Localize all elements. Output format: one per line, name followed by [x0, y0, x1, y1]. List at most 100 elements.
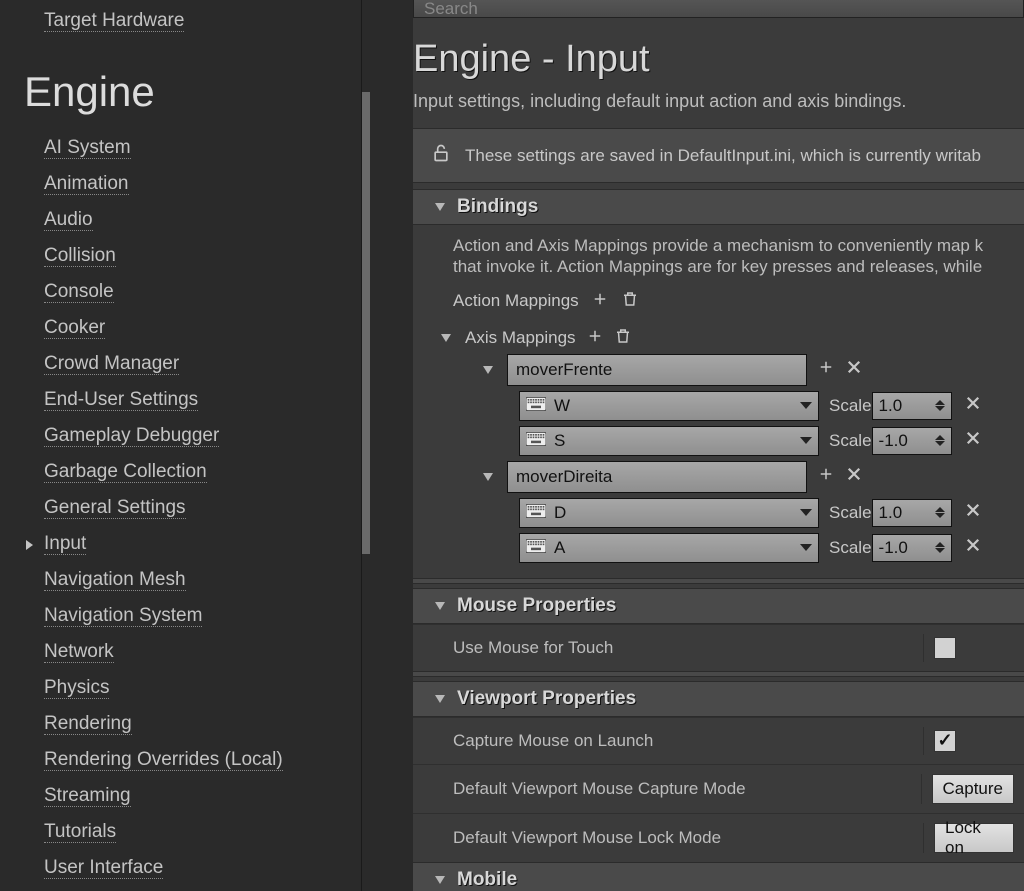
key-value: D	[554, 503, 566, 523]
prop-label: Capture Mouse on Launch	[453, 731, 923, 751]
sidebar-item-label: Console	[44, 281, 114, 303]
add-key-button[interactable]	[817, 358, 835, 381]
sidebar-item-end-user-settings[interactable]: End-User Settings	[44, 382, 413, 418]
sidebar-item-label: User Interface	[44, 857, 163, 879]
use-mouse-for-touch-checkbox[interactable]	[934, 637, 956, 659]
chevron-down-icon[interactable]	[483, 473, 493, 481]
delete-key-button[interactable]	[964, 394, 982, 417]
save-notice: These settings are saved in DefaultInput…	[413, 128, 1024, 183]
sidebar-item-streaming[interactable]: Streaming	[44, 778, 413, 814]
sidebar-item-navigation-mesh[interactable]: Navigation Mesh	[44, 562, 413, 598]
checkbox[interactable]	[934, 730, 956, 752]
scrollbar-thumb[interactable]	[362, 92, 370, 554]
prop-use-mouse-for-touch: Use Mouse for Touch	[413, 624, 1024, 671]
search-placeholder: Search	[424, 0, 478, 19]
key-value: S	[554, 431, 565, 451]
scale-input[interactable]: 1.0	[872, 392, 952, 420]
sidebar-item-physics[interactable]: Physics	[44, 670, 413, 706]
delete-key-button[interactable]	[964, 501, 982, 524]
section-bindings-body: Action and Axis Mappings provide a mecha…	[413, 225, 1024, 578]
scale-label: Scale	[829, 538, 872, 558]
key-select[interactable]: W	[519, 391, 819, 421]
sidebar-item-label: Cooker	[44, 317, 105, 339]
sidebar-item-rendering[interactable]: Rendering	[44, 706, 413, 742]
sidebar-item-target-hardware[interactable]: Target Hardware	[0, 10, 413, 38]
scale-input[interactable]: -1.0	[872, 534, 952, 562]
sidebar-item-collision[interactable]: Collision	[44, 238, 413, 274]
key-select[interactable]: S	[519, 426, 819, 456]
add-axis-mapping-button[interactable]	[586, 327, 604, 350]
sidebar-item-gameplay-debugger[interactable]: Gameplay Debugger	[44, 418, 413, 454]
combo-button[interactable]: Capture	[932, 774, 1014, 804]
sidebar: Target Hardware Engine AI System Animatio…	[0, 0, 413, 891]
sidebar-item-general-settings[interactable]: General Settings	[44, 490, 413, 526]
sidebar-item-navigation-system[interactable]: Navigation System	[44, 598, 413, 634]
sidebar-item-label: Navigation Mesh	[44, 569, 186, 591]
add-key-button[interactable]	[817, 465, 835, 488]
sidebar-item-console[interactable]: Console	[44, 274, 413, 310]
page-title: Engine - Input	[413, 18, 1024, 91]
scale-value: 1.0	[879, 503, 903, 523]
section-viewport-header[interactable]: Viewport Properties	[413, 681, 1024, 717]
prop-label: Default Viewport Mouse Capture Mode	[453, 779, 921, 799]
delete-axis-button[interactable]	[845, 358, 863, 381]
search-input[interactable]: Search	[413, 0, 1024, 18]
delete-key-button[interactable]	[964, 536, 982, 559]
sidebar-item-network[interactable]: Network	[44, 634, 413, 670]
sidebar-item-user-interface[interactable]: User Interface	[44, 850, 413, 886]
scale-input[interactable]: 1.0	[872, 499, 952, 527]
sidebar-item-label: End-User Settings	[44, 389, 198, 411]
axis-name-input[interactable]	[507, 461, 807, 493]
keyboard-icon	[526, 538, 546, 558]
scale-input[interactable]: -1.0	[872, 427, 952, 455]
delete-action-mapping-button[interactable]	[621, 290, 639, 313]
chevron-down-icon	[800, 509, 812, 516]
delete-axis-button[interactable]	[845, 465, 863, 488]
lock-open-icon	[431, 143, 451, 168]
key-select[interactable]: D	[519, 498, 819, 528]
scale-label: Scale	[829, 503, 872, 523]
chevron-down-icon	[435, 695, 445, 703]
chevron-down-icon[interactable]	[483, 366, 493, 374]
prop-row: Default Viewport Mouse Lock Mode Lock on	[413, 813, 1024, 862]
spinner-icon[interactable]	[935, 507, 945, 518]
sidebar-item-label: Crowd Manager	[44, 353, 179, 375]
main-panel: Search Engine - Input Input settings, in…	[413, 0, 1024, 891]
sidebar-item-animation[interactable]: Animation	[44, 166, 413, 202]
section-bindings-header[interactable]: Bindings	[413, 189, 1024, 225]
sidebar-item-audio[interactable]: Audio	[44, 202, 413, 238]
chevron-down-icon	[800, 544, 812, 551]
sidebar-item-label: Network	[44, 641, 114, 663]
spinner-icon[interactable]	[935, 400, 945, 411]
prop-label: Default Viewport Mouse Lock Mode	[453, 828, 923, 848]
chevron-down-icon[interactable]	[441, 334, 451, 342]
sidebar-item-ai-system[interactable]: AI System	[44, 130, 413, 166]
keyboard-icon	[526, 503, 546, 523]
sidebar-item-cooker[interactable]: Cooker	[44, 310, 413, 346]
scale-label: Scale	[829, 396, 872, 416]
sidebar-item-label: AI System	[44, 137, 131, 159]
section-title: Mouse Properties	[457, 595, 616, 617]
sidebar-item-label: Animation	[44, 173, 129, 195]
sidebar-item-rendering-overrides-local-[interactable]: Rendering Overrides (Local)	[44, 742, 413, 778]
delete-key-button[interactable]	[964, 429, 982, 452]
sidebar-item-label: Navigation System	[44, 605, 202, 627]
delete-axis-mapping-button[interactable]	[614, 327, 632, 350]
spinner-icon[interactable]	[935, 435, 945, 446]
sidebar-item-tutorials[interactable]: Tutorials	[44, 814, 413, 850]
add-action-mapping-button[interactable]	[591, 290, 609, 313]
spinner-icon[interactable]	[935, 542, 945, 553]
section-mouse-header[interactable]: Mouse Properties	[413, 588, 1024, 624]
sidebar-item-input[interactable]: Input	[44, 526, 413, 562]
sidebar-item-label: Rendering Overrides (Local)	[44, 749, 283, 771]
prop-label: Use Mouse for Touch	[453, 638, 923, 658]
section-title: Viewport Properties	[457, 688, 636, 710]
section-mobile-header[interactable]: Mobile	[413, 862, 1024, 891]
sidebar-item-garbage-collection[interactable]: Garbage Collection	[44, 454, 413, 490]
key-select[interactable]: A	[519, 533, 819, 563]
sidebar-item-crowd-manager[interactable]: Crowd Manager	[44, 346, 413, 382]
axis-name-input[interactable]	[507, 354, 807, 386]
keyboard-icon	[526, 431, 546, 451]
sidebar-category-heading: Engine	[0, 38, 413, 130]
combo-button[interactable]: Lock on	[934, 823, 1014, 853]
